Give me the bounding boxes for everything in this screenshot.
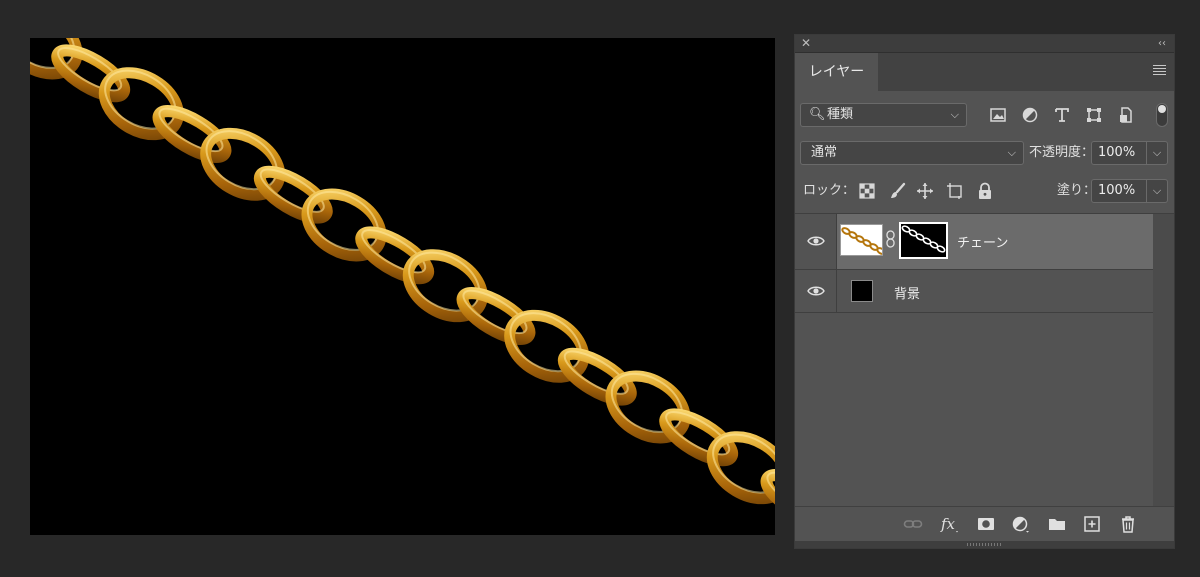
blend-mode-value: 通常 bbox=[811, 145, 838, 160]
layer-name[interactable]: チェーン bbox=[957, 232, 1008, 251]
opacity-label: 不透明度： bbox=[1029, 145, 1095, 160]
lock-position-icon[interactable] bbox=[916, 182, 934, 200]
tab-layers[interactable]: レイヤー bbox=[795, 53, 878, 91]
eye-icon[interactable] bbox=[807, 235, 825, 247]
layer-row-background[interactable]: 背景 bbox=[795, 270, 1153, 313]
filter-toggle-switch[interactable] bbox=[1156, 103, 1168, 127]
gold-chain-image bbox=[30, 38, 775, 527]
layer-thumbnail[interactable] bbox=[851, 280, 873, 302]
layer-row-chain[interactable]: チェーン bbox=[795, 214, 1153, 270]
layers-panel: ✕ ‹‹ レイヤー 🔍︎ 種類 ⌵ 通常 ⌵ 不透明度： 100% ⌵ ロック：… bbox=[795, 35, 1174, 548]
panel-tab-row: レイヤー bbox=[795, 53, 1174, 91]
collapse-panel-icon[interactable]: ‹‹ bbox=[1158, 35, 1166, 52]
fill-dropdown-chevron-icon[interactable]: ⌵ bbox=[1146, 180, 1167, 202]
adjustment-filter-icon[interactable] bbox=[1020, 105, 1040, 125]
lock-image-pixels-icon[interactable] bbox=[889, 182, 907, 200]
trash-icon[interactable] bbox=[1118, 515, 1138, 533]
visibility-column bbox=[795, 270, 837, 312]
layer-list-scrollbar[interactable] bbox=[1153, 214, 1174, 507]
layer-mask-thumbnail[interactable] bbox=[899, 222, 948, 259]
panel-resize-grip[interactable] bbox=[795, 541, 1174, 548]
layer-list: チェーン 背景 bbox=[795, 213, 1174, 507]
fill-input[interactable]: 100% ⌵ bbox=[1091, 179, 1168, 203]
lock-artboard-icon[interactable] bbox=[946, 182, 964, 200]
adjustment-layer-icon[interactable] bbox=[1011, 515, 1031, 533]
panel-titlebar[interactable]: ✕ ‹‹ bbox=[795, 35, 1174, 53]
fill-value: 100% bbox=[1098, 183, 1136, 198]
blend-mode-select[interactable]: 通常 ⌵ bbox=[800, 141, 1024, 165]
filter-kind-select[interactable]: 🔍︎ 種類 ⌵ bbox=[800, 103, 967, 127]
layer-thumbnail[interactable] bbox=[840, 224, 883, 256]
fx-icon[interactable]: fx bbox=[940, 515, 960, 533]
shape-filter-icon[interactable] bbox=[1084, 105, 1104, 125]
filter-kind-label: 種類 bbox=[827, 107, 854, 122]
mask-link-icon[interactable] bbox=[886, 230, 895, 248]
chain-link bbox=[706, 431, 775, 505]
new-layer-icon[interactable] bbox=[1082, 515, 1102, 533]
lock-all-icon[interactable] bbox=[976, 182, 994, 200]
close-icon[interactable]: ✕ bbox=[801, 35, 811, 52]
chevron-down-icon: ⌵ bbox=[950, 108, 959, 121]
document-canvas[interactable] bbox=[30, 38, 775, 535]
opacity-dropdown-chevron-icon[interactable]: ⌵ bbox=[1146, 142, 1167, 164]
lock-transparent-pixels-icon[interactable] bbox=[858, 182, 876, 200]
opacity-value: 100% bbox=[1098, 145, 1136, 160]
new-group-icon[interactable] bbox=[1047, 515, 1067, 533]
type-filter-icon[interactable] bbox=[1052, 105, 1072, 125]
chevron-down-icon: ⌵ bbox=[1007, 146, 1016, 159]
visibility-column bbox=[795, 214, 837, 269]
add-mask-icon[interactable] bbox=[976, 515, 996, 533]
image-filter-icon[interactable] bbox=[988, 105, 1008, 125]
search-icon: 🔍︎ bbox=[809, 107, 826, 122]
layer-name[interactable]: 背景 bbox=[894, 283, 920, 302]
panel-footer: fx bbox=[795, 506, 1174, 542]
opacity-input[interactable]: 100% ⌵ bbox=[1091, 141, 1168, 165]
svg-text:fx: fx bbox=[940, 515, 956, 533]
link-layers-icon[interactable] bbox=[903, 515, 923, 533]
eye-icon[interactable] bbox=[807, 285, 825, 297]
lock-label: ロック： bbox=[803, 183, 856, 198]
panel-menu-icon[interactable] bbox=[1153, 65, 1166, 77]
smart-object-filter-icon[interactable] bbox=[1116, 105, 1136, 125]
